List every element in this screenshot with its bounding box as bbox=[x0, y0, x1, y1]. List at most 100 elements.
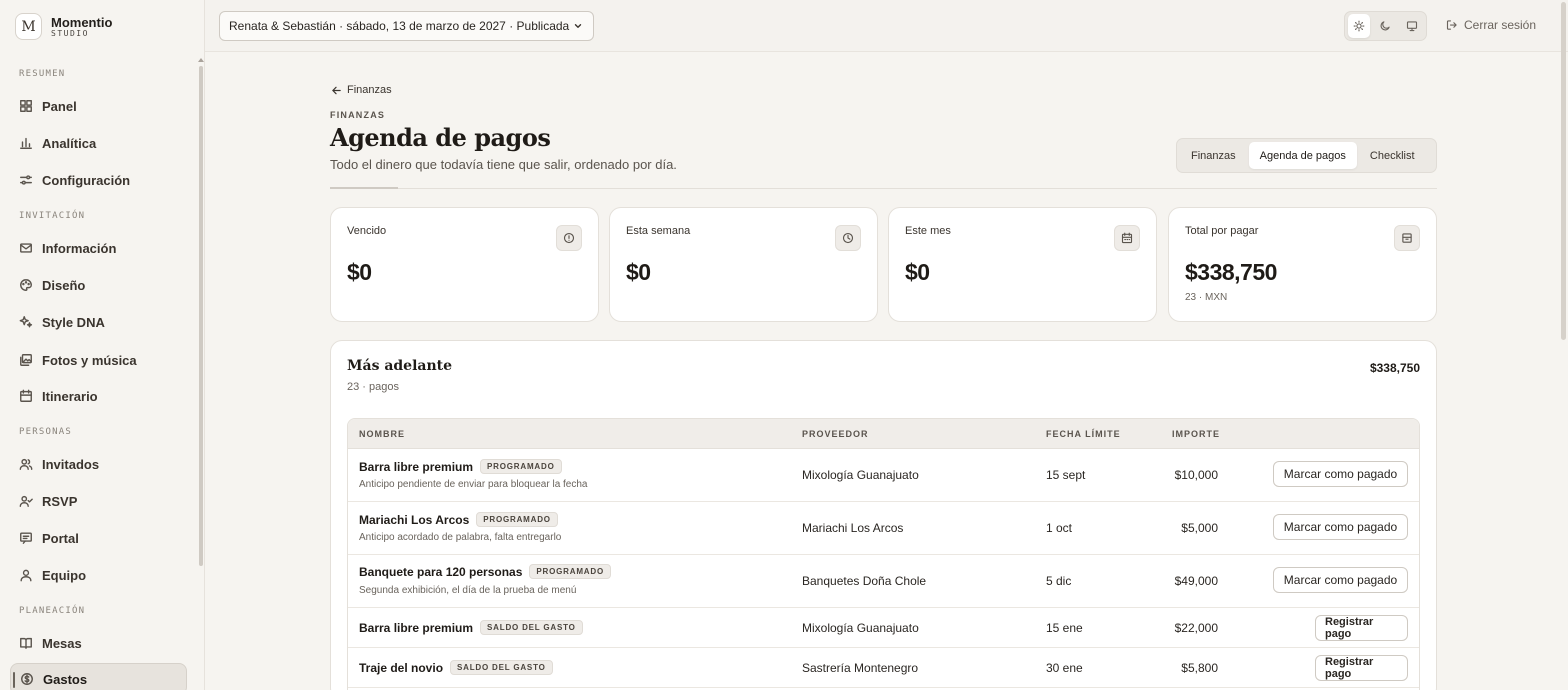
bar-chart-icon bbox=[20, 137, 32, 149]
item-name: Barra libre premium bbox=[359, 459, 474, 474]
theme-toggle bbox=[1344, 11, 1427, 41]
item-name: Banquete para 120 personas bbox=[359, 564, 523, 579]
kpi-value: $0 bbox=[905, 259, 930, 285]
sidebar-item-label: Equipo bbox=[42, 567, 87, 583]
panel-title: Más adelante bbox=[347, 358, 453, 374]
kpi-icon-box bbox=[835, 225, 861, 251]
kpi-card-este-mes: Este mes $0 bbox=[888, 207, 1157, 322]
sidebar-item-rsvp[interactable]: RSVP bbox=[10, 485, 187, 517]
sidebar-item-label: Diseño bbox=[42, 277, 86, 293]
status-badge: SALDO DEL GASTO bbox=[450, 660, 553, 675]
item-note: Anticipo acordado de palabra, falta entr… bbox=[359, 532, 562, 543]
sidebar-item-invitados[interactable]: Invitados bbox=[10, 448, 187, 480]
users-icon bbox=[19, 458, 33, 470]
column-header-nombre: NOMBRE bbox=[359, 429, 405, 439]
user-icon bbox=[20, 569, 32, 582]
item-amount: $22,000 bbox=[1174, 621, 1218, 635]
table-row: Barra libre premium SALDO DEL GASTO Mixo… bbox=[348, 608, 1419, 648]
clock-icon bbox=[842, 232, 854, 244]
panel-total: $338,750 bbox=[1369, 361, 1420, 375]
sidebar-item-informacion[interactable]: Información bbox=[10, 232, 187, 264]
sidebar-item-configuracion[interactable]: Configuración bbox=[10, 164, 187, 196]
theme-dark-button[interactable] bbox=[1374, 14, 1396, 38]
sidebar-item-label: Información bbox=[42, 240, 117, 256]
sidebar-item-equipo[interactable]: Equipo bbox=[10, 559, 187, 591]
item-vendor: Sastrería Montenegro bbox=[802, 661, 919, 675]
payments-table: NOMBRE PROVEEDOR FECHA LÍMITE IMPORTE Ba… bbox=[347, 418, 1420, 690]
table-row: Banquete para 120 personas PROGRAMADO Se… bbox=[348, 555, 1419, 608]
event-select[interactable]: Renata & Sebastián · sábado, 13 de marzo… bbox=[219, 11, 594, 41]
sidebar-item-label: Invitados bbox=[42, 456, 100, 472]
brand[interactable]: M Momentio STUDIO bbox=[15, 13, 112, 40]
archive-icon bbox=[1402, 233, 1412, 243]
item-vendor: Banquetes Doña Chole bbox=[802, 574, 927, 588]
event-select-value: Renata & Sebastián · sábado, 13 de marzo… bbox=[229, 19, 570, 33]
status-badge: SALDO DEL GASTO bbox=[480, 620, 583, 635]
moon-icon bbox=[1381, 21, 1391, 31]
status-badge: PROGRAMADO bbox=[529, 564, 611, 579]
logout-label: Cerrar sesión bbox=[1464, 18, 1537, 32]
sidebar-item-label: Fotos y música bbox=[42, 352, 137, 368]
sidebar-item-label: Itinerario bbox=[42, 388, 98, 404]
logout-button[interactable]: Cerrar sesión bbox=[1446, 18, 1536, 32]
mark-paid-button[interactable]: Marcar como pagado bbox=[1273, 461, 1408, 487]
sidebar-item-fotos-musica[interactable]: Fotos y música bbox=[10, 344, 187, 376]
header-divider-accent bbox=[330, 187, 398, 189]
section-label-personas: PERSONAS bbox=[19, 427, 72, 437]
section-label-planeacion: PLANEACIÓN bbox=[19, 606, 86, 616]
kpi-value: $0 bbox=[626, 259, 651, 285]
sparkles-icon bbox=[19, 316, 33, 328]
tab-finanzas[interactable]: Finanzas bbox=[1180, 142, 1247, 169]
kpi-value: $0 bbox=[347, 259, 372, 285]
sidebar-item-analitica[interactable]: Analítica bbox=[10, 127, 187, 159]
kpi-label: Total por pagar bbox=[1185, 225, 1259, 237]
sidebar-scroll-up[interactable] bbox=[198, 58, 204, 62]
section-label-invitacion: INVITACIÓN bbox=[19, 211, 86, 221]
sidebar-item-diseno[interactable]: Diseño bbox=[10, 269, 187, 301]
sidebar-item-label: Mesas bbox=[42, 635, 82, 651]
images-icon bbox=[20, 354, 32, 366]
sidebar-item-gastos[interactable]: Gastos bbox=[10, 663, 187, 690]
column-header-importe: IMPORTE bbox=[1172, 429, 1221, 439]
topbar: Renata & Sebastián · sábado, 13 de marzo… bbox=[205, 0, 1568, 52]
sidebar-item-mesas[interactable]: Mesas bbox=[10, 627, 187, 659]
section-label-resumen: RESUMEN bbox=[19, 69, 66, 79]
sidebar-item-itinerario[interactable]: Itinerario bbox=[10, 380, 187, 412]
register-payment-button[interactable]: Registrar pago bbox=[1315, 655, 1408, 681]
table-row: Mariachi Los Arcos PROGRAMADO Anticipo a… bbox=[348, 502, 1419, 555]
sidebar-item-portal[interactable]: Portal bbox=[10, 522, 187, 554]
item-name: Traje del novio bbox=[359, 660, 444, 675]
sidebar-item-style-dna[interactable]: Style DNA bbox=[10, 306, 187, 338]
mark-paid-button[interactable]: Marcar como pagado bbox=[1273, 567, 1408, 593]
sidebar-scrollbar[interactable] bbox=[199, 66, 203, 566]
palette-icon bbox=[20, 279, 32, 291]
register-payment-button[interactable]: Registrar pago bbox=[1315, 615, 1408, 641]
status-badge: PROGRAMADO bbox=[480, 459, 562, 474]
kpi-icon-box bbox=[1394, 225, 1420, 251]
item-amount: $10,000 bbox=[1174, 468, 1218, 482]
item-due-date: 15 ene bbox=[1046, 621, 1083, 635]
table-header: NOMBRE PROVEEDOR FECHA LÍMITE IMPORTE bbox=[348, 419, 1419, 449]
kpi-icon-box bbox=[556, 225, 582, 251]
mark-paid-button[interactable]: Marcar como pagado bbox=[1273, 514, 1408, 540]
column-header-proveedor: PROVEEDOR bbox=[802, 429, 869, 439]
log-out-icon bbox=[1446, 20, 1457, 30]
sliders-icon bbox=[20, 175, 32, 185]
tab-agenda-de-pagos[interactable]: Agenda de pagos bbox=[1248, 142, 1357, 169]
item-amount: $5,000 bbox=[1181, 521, 1218, 535]
item-note: Anticipo pendiente de enviar para bloque… bbox=[359, 479, 588, 490]
item-vendor: Mixología Guanajuato bbox=[802, 468, 919, 482]
item-due-date: 30 ene bbox=[1046, 661, 1083, 675]
chevron-down-icon bbox=[574, 24, 582, 28]
back-link[interactable]: Finanzas bbox=[331, 84, 392, 96]
theme-light-button[interactable] bbox=[1348, 14, 1371, 38]
monitor-icon bbox=[1406, 21, 1417, 32]
page-title: Agenda de pagos bbox=[330, 123, 551, 152]
page-subtitle: Todo el dinero que todavía tiene que sal… bbox=[330, 157, 677, 172]
column-header-fecha-limite: FECHA LÍMITE bbox=[1046, 429, 1121, 439]
kpi-note: 23 · MXN bbox=[1185, 292, 1228, 303]
sidebar-item-panel[interactable]: Panel bbox=[10, 90, 187, 122]
tab-checklist[interactable]: Checklist bbox=[1359, 142, 1426, 169]
main-scrollbar[interactable] bbox=[1561, 2, 1566, 340]
theme-system-button[interactable] bbox=[1401, 14, 1423, 38]
